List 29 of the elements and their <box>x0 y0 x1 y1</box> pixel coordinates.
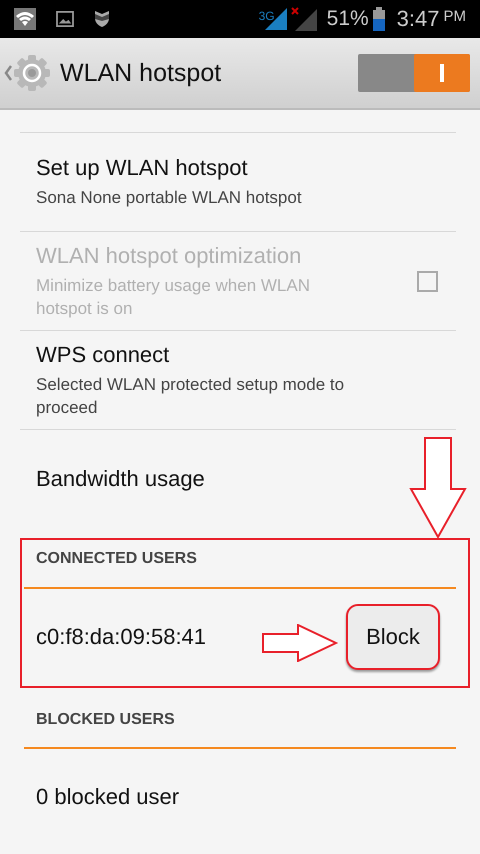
device-address: c0:f8:da:09:58:41 <box>36 624 206 650</box>
settings-item[interactable]: Set up WLAN hotspot Sona None portable WLAN hotspot <box>0 133 480 231</box>
shield-icon <box>94 10 110 28</box>
section-header: BLOCKED USERS <box>36 711 175 729</box>
item-title: WLAN hotspot optimization <box>36 242 302 268</box>
back-button[interactable] <box>4 53 52 93</box>
item-summary: Minimize battery usage when WLAN hotspot is on <box>36 274 312 320</box>
item-title: Bandwidth usage <box>36 466 206 492</box>
hotspot-switch[interactable] <box>358 54 470 92</box>
item-title: Set up WLAN hotspot <box>36 155 249 181</box>
blocked-count: 0 blocked user <box>36 784 180 810</box>
battery-icon <box>372 7 385 31</box>
item-summary: Sona None portable WLAN hotspot <box>36 187 303 209</box>
battery-percent: 51% <box>326 7 369 31</box>
block-button[interactable]: Block <box>346 604 440 670</box>
image-icon <box>56 11 74 27</box>
gear-icon <box>12 53 52 93</box>
settings-item[interactable]: WPS connect Selected WLAN protected setup mode to proceed <box>0 331 480 429</box>
item-summary: Selected WLAN protected setup mode to proceed <box>36 374 346 418</box>
screen-title: WLAN hotspot <box>60 58 222 88</box>
network-type-label: 3G <box>258 9 275 23</box>
clock-period: PM <box>444 8 466 25</box>
back-caret-icon <box>4 65 12 81</box>
wifi-icon <box>14 8 36 30</box>
clock-time: 3:47 <box>396 6 440 32</box>
section-header: CONNECTED USERS <box>36 550 197 568</box>
item-title: WPS connect <box>36 342 170 368</box>
no-signal-icon <box>290 7 317 31</box>
settings-item[interactable]: Bandwidth usage <box>0 430 480 527</box>
